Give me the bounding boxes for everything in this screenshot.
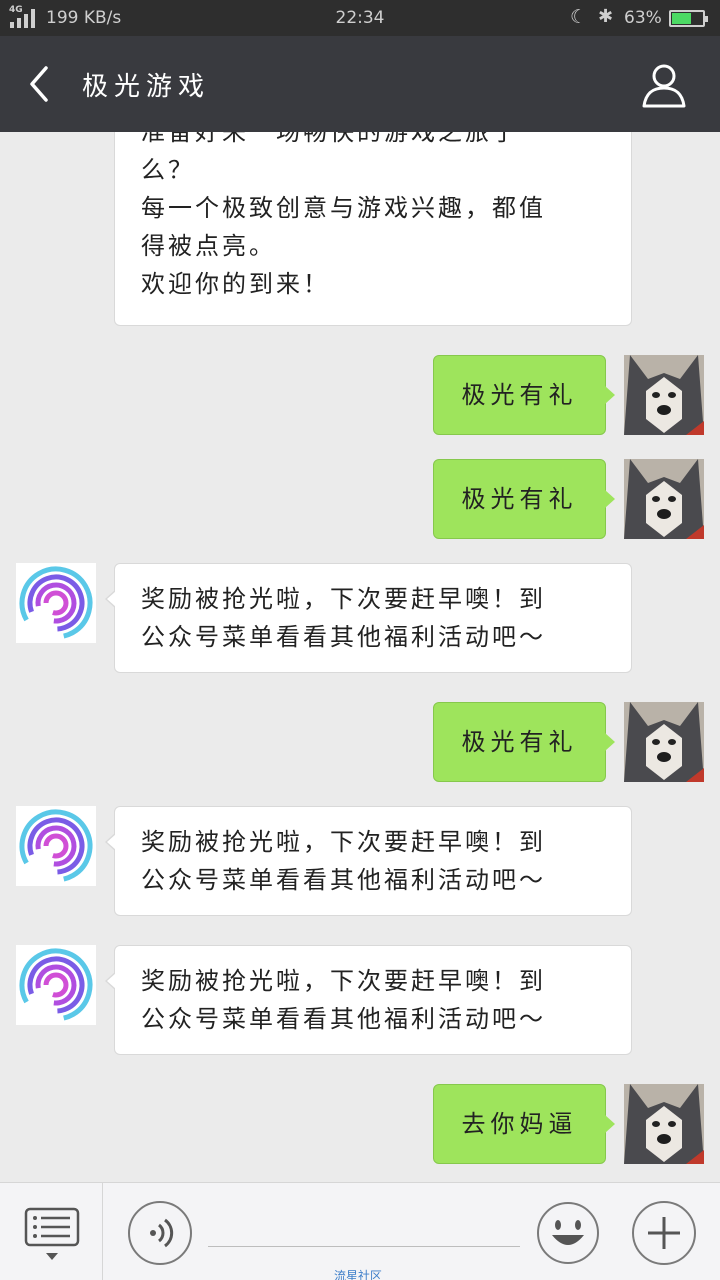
nav-bar: 极光游戏 xyxy=(0,36,720,132)
input-bar: 流星社区 xyxy=(0,1182,720,1280)
more-options-button[interactable] xyxy=(632,1201,696,1265)
status-bar: 4G 199 KB/s 22:34 ☾ ✱ 63% xyxy=(0,0,720,36)
message-line: 奖励被抢光啦，下次要赶早噢！到 xyxy=(141,967,546,995)
message-line: 准备好来一场畅快的游戏之旅了 xyxy=(141,132,519,146)
user-avatar[interactable] xyxy=(624,355,704,435)
back-arrow-icon[interactable] xyxy=(24,64,64,104)
incoming-message: 奖励被抢光啦，下次要赶早噢！到 公众号菜单看看其他福利活动吧～ xyxy=(105,945,632,1055)
voice-icon xyxy=(150,1218,174,1248)
battery-percent: 63% xyxy=(624,8,662,28)
official-account-avatar[interactable] xyxy=(16,563,96,643)
emoji-button[interactable] xyxy=(536,1201,600,1265)
message-line: 公众号菜单看看其他福利活动吧～ xyxy=(141,623,546,651)
message-line: 公众号菜单看看其他福利活动吧～ xyxy=(141,1005,546,1033)
message-line: 得被点亮。 xyxy=(141,232,276,260)
watermark-text: 流星社区 xyxy=(334,1269,383,1280)
user-avatar[interactable] xyxy=(624,702,704,782)
battery-icon xyxy=(669,10,708,27)
moon-icon: ☾ xyxy=(570,6,588,28)
chat-area[interactable]: 准备好来一场畅快的游戏之旅了 么？ 每一个极致创意与游戏兴趣，都值 得被点亮。 … xyxy=(0,132,720,1182)
plus-icon xyxy=(648,1217,680,1249)
outgoing-message: 极光有礼 xyxy=(433,459,615,539)
battery-fill xyxy=(672,13,691,24)
message-line: 欢迎你的到来！ xyxy=(141,270,330,298)
menu-toggle-button[interactable] xyxy=(0,1183,103,1280)
user-avatar[interactable] xyxy=(624,1084,704,1164)
message-line: 么？ xyxy=(141,156,195,184)
outgoing-message: 极光有礼 xyxy=(433,355,615,435)
outgoing-message: 极光有礼 xyxy=(433,702,615,782)
official-account-avatar[interactable] xyxy=(16,806,96,886)
message-line: 每一个极致创意与游戏兴趣，都值 xyxy=(141,194,546,222)
profile-icon[interactable] xyxy=(640,62,688,110)
message-line: 奖励被抢光啦，下次要赶早噢！到 xyxy=(141,585,546,613)
incoming-message: 奖励被抢光啦，下次要赶早噢！到 公众号菜单看看其他福利活动吧～ xyxy=(105,563,632,673)
voice-input-button[interactable] xyxy=(128,1201,192,1265)
incoming-message: 奖励被抢光啦，下次要赶早噢！到 公众号菜单看看其他福利活动吧～ xyxy=(105,806,632,916)
message-line: 奖励被抢光啦，下次要赶早噢！到 xyxy=(141,828,546,856)
page-title: 极光游戏 xyxy=(82,72,211,102)
message-line: 公众号菜单看看其他福利活动吧～ xyxy=(141,866,546,894)
outgoing-message: 去你妈逼 xyxy=(433,1084,615,1164)
message-input[interactable] xyxy=(208,1203,520,1247)
user-avatar[interactable] xyxy=(624,459,704,539)
smiley-icon xyxy=(537,1202,599,1264)
official-account-avatar[interactable] xyxy=(16,945,96,1025)
bluetooth-icon: ✱ xyxy=(598,6,614,27)
incoming-message: 准备好来一场畅快的游戏之旅了 么？ 每一个极致创意与游戏兴趣，都值 得被点亮。 … xyxy=(114,132,632,326)
